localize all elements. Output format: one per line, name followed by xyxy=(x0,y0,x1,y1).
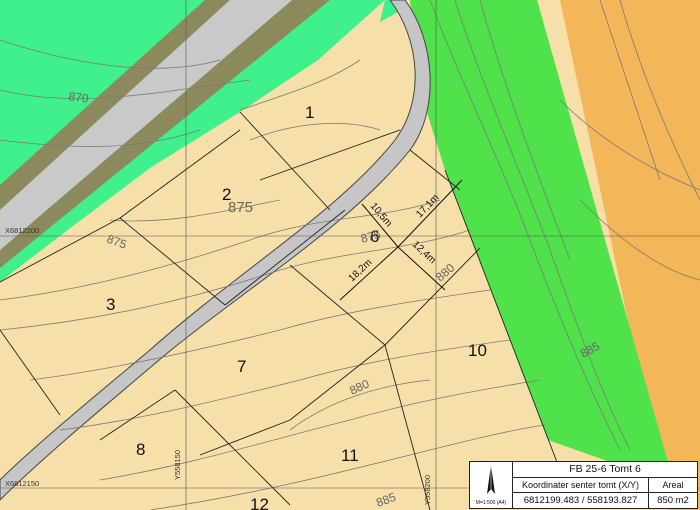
plot-number-12: 12 xyxy=(250,495,269,510)
title-block: M=1:500 (A4) FB 25-6 Tomt 6 Koordinater … xyxy=(469,461,698,509)
grid-label-y558150: Y558150 xyxy=(173,450,182,480)
area-label: Areal xyxy=(649,478,697,493)
plot-number-8: 8 xyxy=(136,440,145,459)
contour-label-870: 870 xyxy=(68,89,90,106)
plot-number-3: 3 xyxy=(106,295,115,314)
grid-label-x6812200: X6812200 xyxy=(5,226,39,235)
plot-number-11: 11 xyxy=(341,446,359,465)
contour-label-875-a: 875 xyxy=(228,199,253,216)
coordinate-value: 6812199.483 / 558193.827 xyxy=(513,493,649,508)
plot-number-7: 7 xyxy=(237,357,246,376)
north-arrow-icon xyxy=(487,465,495,494)
plot-number-10: 10 xyxy=(468,341,487,360)
grid-label-x6812150: X6812150 xyxy=(5,479,39,488)
zoning-map: 1 2 3 6 7 8 10 11 12 870 875 875 875 880… xyxy=(0,0,700,510)
grid-label-y558200: Y558200 xyxy=(423,475,432,505)
plot-number-1: 1 xyxy=(305,103,314,122)
map-scale: M=1:500 (A4) xyxy=(475,500,507,506)
area-value: 850 m2 xyxy=(657,495,689,506)
north-arrow-cell: M=1:500 (A4) xyxy=(470,462,513,508)
map-title: FB 25-6 Tomt 6 xyxy=(513,462,697,478)
coordinate-label: Koordinater senter tomt (X/Y) xyxy=(513,478,649,493)
